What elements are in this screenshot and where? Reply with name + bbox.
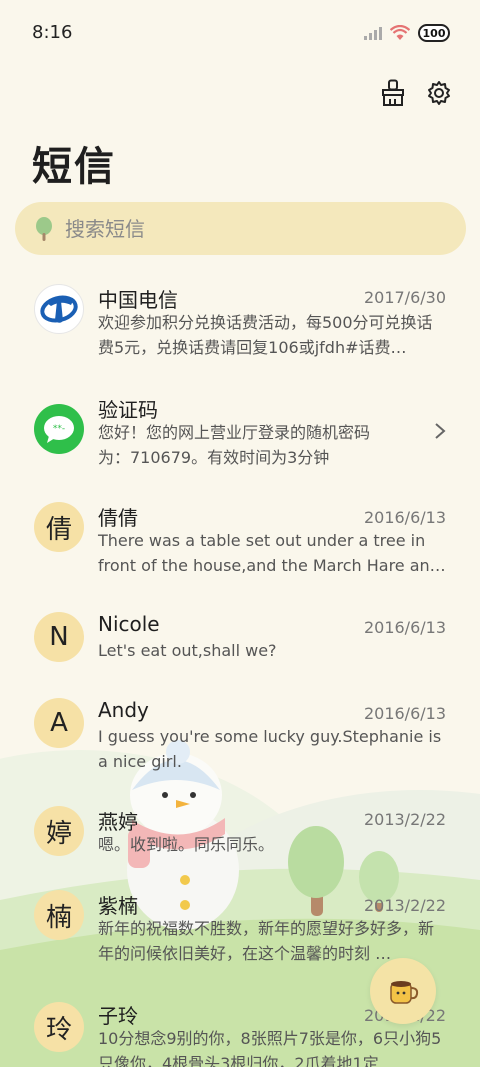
message-sender: 紫楠	[98, 894, 138, 918]
tree-search-icon	[36, 216, 52, 241]
message-date: 2016/6/13	[363, 618, 446, 637]
message-date: 2013/2/22	[363, 810, 446, 829]
search-input[interactable]	[65, 216, 425, 241]
message-date: 2016/6/13	[363, 704, 446, 723]
message-sender: 验证码	[98, 398, 158, 422]
status-time: 8:16	[32, 22, 73, 43]
compose-fab[interactable]	[370, 958, 436, 1024]
message-preview: 您好！您的网上营业厅登录的随机密码为：710679。有效时间为3分钟	[98, 423, 371, 467]
settings-button[interactable]	[424, 78, 454, 108]
gear-icon	[428, 81, 450, 105]
message-item[interactable]: A Andy 2016/6/13 I guess you're some luc…	[0, 698, 480, 798]
avatar: A	[34, 698, 84, 748]
chat-bubble-icon: **-	[44, 416, 74, 443]
message-item-china-telecom[interactable]: 中国电信 2017/6/30 欢迎参加积分兑换话费活动，每500分可兑换话费5元…	[0, 282, 480, 382]
message-sender: Andy	[98, 698, 149, 722]
page-title: 短信	[32, 144, 116, 190]
svg-text:**-: **-	[53, 424, 65, 434]
message-date: 2013/2/22	[363, 896, 446, 915]
message-preview: Let's eat out,shall we?	[98, 641, 277, 660]
message-sender: Nicole	[98, 612, 160, 636]
message-preview: There was a table set out under a tree i…	[98, 531, 446, 575]
message-sender: 倩倩	[98, 506, 138, 530]
message-preview: 欢迎参加积分兑换话费活动，每500分可兑换话费5元，兑换话费请回复106或jfd…	[98, 313, 433, 357]
telecom-logo-icon	[40, 295, 78, 323]
message-sender: 中国电信	[98, 288, 178, 312]
avatar: 倩	[34, 502, 84, 552]
message-icon-avatar: **-	[34, 404, 84, 454]
status-icons: 100	[364, 24, 450, 42]
message-preview: I guess you're some lucky guy.Stephanie …	[98, 727, 442, 771]
message-sender: 燕婷	[98, 810, 138, 834]
avatar: 婷	[34, 806, 84, 856]
status-bar: 8:16 100	[0, 0, 480, 66]
clean-button[interactable]	[378, 78, 408, 108]
wifi-icon	[390, 25, 410, 40]
china-telecom-logo	[34, 284, 84, 334]
message-item[interactable]: N Nicole 2016/6/13 Let's eat out,shall w…	[0, 612, 480, 712]
coffee-cup-icon	[390, 981, 419, 1004]
brush-icon	[382, 79, 404, 106]
top-actions	[378, 78, 454, 108]
signal-icon	[364, 27, 382, 40]
avatar: N	[34, 612, 84, 662]
message-item-verification-code[interactable]: **- 验证码 您好！您的网上营业厅登录的随机密码为：710679。有效时间为3…	[0, 392, 480, 492]
message-preview: 嗯。收到啦。同乐同乐。	[98, 835, 275, 854]
avatar: 楠	[34, 890, 84, 940]
avatar: 玲	[34, 1002, 84, 1052]
message-sender: 子玲	[98, 1004, 138, 1028]
message-item[interactable]: 倩 倩倩 2016/6/13 There was a table set out…	[0, 502, 480, 602]
battery-indicator: 100	[418, 24, 450, 42]
search-bar[interactable]	[15, 202, 466, 255]
message-preview: 10分想念9别的你，8张照片7张是你，6只小狗5只像你，4根骨头3根归你，2爪着…	[98, 1029, 442, 1067]
message-date: 2016/6/13	[363, 508, 446, 527]
message-date: 2017/6/30	[363, 288, 446, 307]
chevron-right-icon	[435, 423, 446, 439]
